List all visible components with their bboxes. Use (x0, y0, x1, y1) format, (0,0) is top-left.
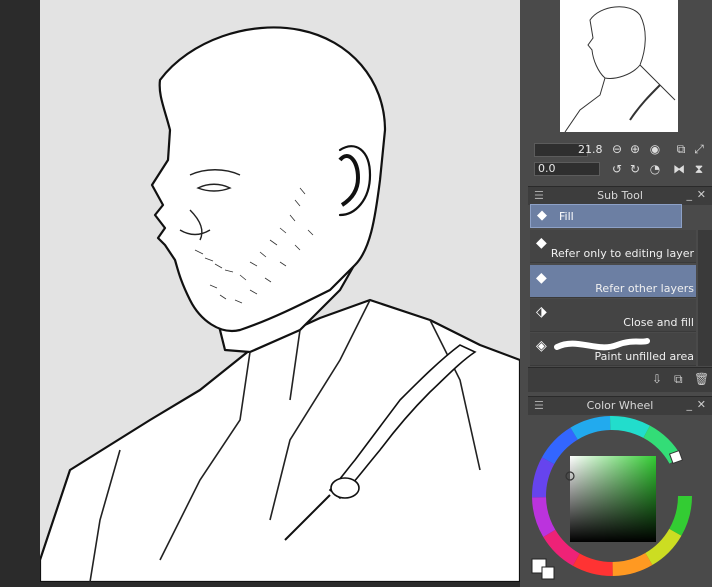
duplicate-icon[interactable]: ⧉ (674, 372, 688, 386)
subtool-group-label: Fill (559, 210, 574, 223)
subtool-item-label: Refer only to editing layer (550, 247, 694, 260)
subtool-group-tab[interactable]: ◆ Fill (530, 204, 682, 228)
fullscreen-icon[interactable]: ⤢ (692, 142, 706, 156)
navigator-panel: 21.8 ⊖ ⊕ ◉ ⧉ ⤢ 0.0 ↺ ↻ ◔ ⧓ ⧗ (528, 0, 712, 186)
line-art-illustration (40, 26, 520, 582)
subtool-title: Sub Tool (597, 189, 643, 202)
panel-splitter[interactable] (520, 0, 528, 587)
close-icon[interactable]: ✕ (697, 398, 706, 411)
subtool-item-close-fill[interactable]: ⬗ Close and fill (530, 299, 696, 332)
minimize-icon[interactable]: _ (687, 398, 693, 411)
rotate-value[interactable]: 0.0 (538, 162, 556, 175)
fill-bucket-icon: ◆ (536, 270, 547, 286)
trash-icon[interactable]: 🗑 (694, 372, 709, 386)
subtool-item-refer-editing[interactable]: ◆ Refer only to editing layer (530, 230, 696, 263)
close-icon[interactable]: ✕ (697, 188, 706, 201)
fit-icon[interactable]: ◉ (648, 142, 662, 156)
subtool-item-label: Close and fill (623, 316, 694, 329)
zoom-in-icon[interactable]: ⊕ (628, 142, 642, 156)
subtool-item-paint-unfilled[interactable]: ◈ Paint unfilled area (530, 333, 696, 366)
canvas-bottom-bar (0, 582, 528, 587)
subtool-panel: ☰ Sub Tool _ ✕ ◆ Fill ◆ Refer only to ed… (528, 186, 712, 396)
zoom-value[interactable]: 21.8 (578, 143, 603, 156)
subtool-footer: ⇩ ⧉ 🗑 (528, 367, 712, 392)
flip-horizontal-icon[interactable]: ⧓ (672, 162, 686, 176)
color-wheel-panel: ☰ Color Wheel _ ✕ (528, 396, 712, 587)
subtool-header: ☰ Sub Tool _ ✕ (528, 186, 712, 205)
subtool-item-refer-other[interactable]: ◆ Refer other layers (530, 265, 696, 298)
navigator-thumbnail[interactable] (560, 0, 678, 133)
color-wheel[interactable] (528, 414, 712, 587)
color-wheel-title: Color Wheel (586, 399, 654, 412)
subtool-scrollbar[interactable] (698, 230, 712, 366)
zoom-out-icon[interactable]: ⊖ (610, 142, 624, 156)
flip-vertical-icon[interactable]: ⧗ (692, 162, 706, 176)
left-gutter (0, 0, 40, 587)
subtool-item-label: Refer other layers (595, 282, 694, 295)
rotate-left-icon[interactable]: ↺ (610, 162, 624, 176)
flip-icon[interactable]: ⧉ (674, 142, 688, 156)
rotate-right-icon[interactable]: ↻ (628, 162, 642, 176)
reset-rotation-icon[interactable]: ◔ (648, 162, 662, 176)
canvas-area[interactable] (40, 0, 520, 582)
minimize-icon[interactable]: _ (687, 188, 693, 201)
close-fill-icon: ⬗ (536, 304, 547, 320)
sub-color-swatch (541, 566, 555, 580)
color-wheel-header: ☰ Color Wheel _ ✕ (528, 396, 712, 415)
import-icon[interactable]: ⇩ (652, 372, 666, 386)
navigator-preview (564, 6, 676, 133)
fill-icon: ◆ (537, 208, 547, 223)
subtool-item-label: Paint unfilled area (594, 350, 694, 363)
